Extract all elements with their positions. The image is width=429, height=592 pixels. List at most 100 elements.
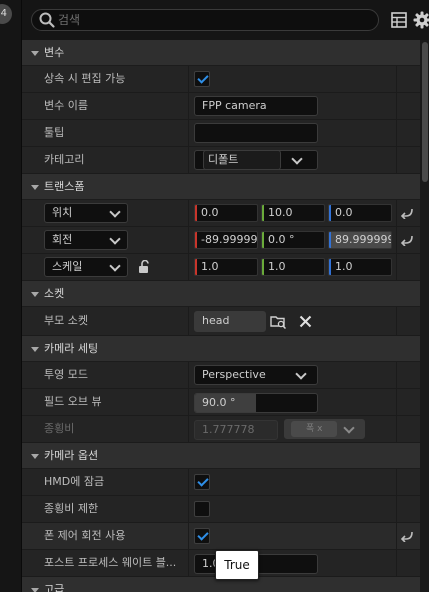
- clear-socket-icon[interactable]: [299, 315, 312, 328]
- category-title: 소켓: [44, 287, 65, 300]
- row-aspect-ratio: 종횡비 1.777778 폭 x: [22, 416, 420, 443]
- aspect-ratio-input: 1.777778: [194, 420, 278, 440]
- rotation-z-value: 89.999999: [335, 233, 392, 246]
- rotation-mode-dropdown[interactable]: 회전: [44, 230, 128, 250]
- aspect-ratio-label: 종횡비: [44, 422, 75, 435]
- location-z-value: 0.0: [335, 206, 353, 219]
- row-projection-mode: 투영 모드 Perspective: [22, 362, 420, 389]
- location-x-value: 0.0: [201, 206, 219, 219]
- parent-socket-label: 부모 소켓: [44, 314, 88, 327]
- instance-editable-checkbox[interactable]: [194, 71, 210, 87]
- row-tooltip: 툴팁: [22, 120, 420, 147]
- chevron-down-icon: [109, 206, 121, 218]
- tooltip-label: 툴팁: [44, 126, 65, 139]
- chevron-down-icon: [109, 233, 121, 245]
- scale-y-value: 1.0: [268, 260, 286, 273]
- lock-to-hmd-label: HMD에 잠금: [44, 475, 105, 488]
- row-field-of-view: 필드 오브 뷰 90.0 °: [22, 389, 420, 416]
- row-lock-to-hmd: HMD에 잠금: [22, 469, 420, 496]
- category-label: 카테고리: [44, 153, 85, 166]
- location-z-input[interactable]: 0.0: [328, 204, 392, 222]
- tooltip-input[interactable]: [194, 123, 318, 143]
- fov-value: 90.0 °: [202, 396, 236, 409]
- category-title: 카메라 옵션: [44, 449, 99, 462]
- expand-arrow-icon: [31, 292, 39, 297]
- reset-arrow-icon[interactable]: [400, 207, 414, 219]
- location-x-input[interactable]: 0.0: [194, 204, 258, 222]
- rotation-x-input[interactable]: -89.99999: [194, 231, 258, 249]
- category-transform[interactable]: 트랜스폼: [22, 174, 420, 200]
- variable-name-input[interactable]: FPP camera: [194, 96, 318, 116]
- reset-arrow-icon[interactable]: [400, 530, 414, 542]
- category-title: 변수: [44, 46, 65, 59]
- post-process-weight-label: 포스트 프로세스 웨이트 블...: [44, 556, 177, 569]
- row-constrain-aspect: 종횡비 제한: [22, 496, 420, 523]
- left-strip: [0, 0, 22, 592]
- row-rotation: 회전 -89.99999 0.0 ° 89.999999: [22, 227, 420, 254]
- rotation-label: 회전: [52, 233, 73, 246]
- rotation-y-input[interactable]: 0.0 °: [261, 231, 325, 249]
- projection-mode-label: 투영 모드: [44, 368, 88, 381]
- browse-socket-icon[interactable]: [270, 314, 287, 329]
- details-panel: 변수 상속 시 편집 가능 변수 이름 FPP camera 툴팁 카테고리 디…: [22, 40, 420, 592]
- location-y-value: 10.0: [268, 206, 293, 219]
- scale-y-input[interactable]: 1.0: [261, 258, 325, 276]
- scale-z-input[interactable]: 1.0: [328, 258, 392, 276]
- use-pawn-control-rotation-label: 폰 제어 회전 사용: [44, 529, 126, 542]
- expand-arrow-icon: [31, 454, 39, 459]
- category-value: 디폴트: [203, 150, 281, 170]
- row-use-pawn-control-rotation: 폰 제어 회전 사용: [22, 523, 420, 550]
- chevron-down-icon: [109, 260, 121, 272]
- chevron-down-icon: [295, 368, 307, 380]
- scale-label: 스케일: [52, 260, 83, 273]
- row-category: 카테고리 디폴트: [22, 147, 420, 174]
- lock-to-hmd-checkbox[interactable]: [194, 474, 210, 490]
- fov-label: 필드 오브 뷰: [44, 395, 102, 408]
- row-instance-editable: 상속 시 편집 가능: [22, 66, 420, 93]
- aspect-preset-dropdown: 폭 x: [284, 419, 365, 439]
- constrain-aspect-checkbox[interactable]: [194, 501, 210, 517]
- scale-x-value: 1.0: [201, 260, 219, 273]
- chevron-down-icon: [291, 153, 303, 165]
- table-view-icon[interactable]: [391, 12, 407, 28]
- category-title: 트랜스폼: [44, 180, 85, 193]
- use-pawn-control-rotation-checkbox[interactable]: [194, 528, 210, 544]
- row-location: 위치 0.0 10.0 0.0: [22, 200, 420, 227]
- projection-mode-dropdown[interactable]: Perspective: [194, 365, 318, 385]
- location-y-input[interactable]: 10.0: [261, 204, 325, 222]
- aspect-preset-value: 폭 x: [291, 421, 337, 437]
- variable-name-label: 변수 이름: [44, 99, 88, 112]
- category-variable[interactable]: 변수: [22, 40, 420, 66]
- location-label: 위치: [52, 206, 73, 219]
- rotation-y-value: 0.0 °: [268, 233, 295, 246]
- search-input[interactable]: [31, 9, 379, 31]
- category-camera-settings[interactable]: 카메라 세팅: [22, 336, 420, 362]
- expand-arrow-icon: [31, 588, 39, 592]
- expand-arrow-icon: [31, 185, 39, 190]
- category-dropdown[interactable]: 디폴트: [194, 150, 318, 170]
- row-parent-socket: 부모 소켓 head: [22, 307, 420, 336]
- parent-socket-field[interactable]: head: [194, 311, 266, 332]
- category-title: 고급: [44, 583, 65, 592]
- row-variable-name: 변수 이름 FPP camera: [22, 93, 420, 120]
- scale-x-input[interactable]: 1.0: [194, 258, 258, 276]
- chevron-down-icon: [343, 422, 355, 434]
- instance-editable-label: 상속 시 편집 가능: [44, 72, 126, 85]
- row-scale: 스케일 1.0 1.0 1.0: [22, 254, 420, 281]
- fov-slider[interactable]: 90.0 °: [194, 393, 318, 413]
- search-placeholder: 검색: [58, 13, 81, 27]
- reset-arrow-icon[interactable]: [400, 234, 414, 246]
- category-socket[interactable]: 소켓: [22, 281, 420, 307]
- projection-mode-value: Perspective: [202, 368, 266, 381]
- unlock-icon[interactable]: [137, 260, 151, 274]
- location-mode-dropdown[interactable]: 위치: [44, 203, 128, 223]
- scale-mode-dropdown[interactable]: 스케일: [44, 257, 128, 277]
- rotation-x-value: -89.99999: [201, 233, 258, 246]
- category-title: 카메라 세팅: [44, 342, 99, 355]
- expand-arrow-icon: [31, 347, 39, 352]
- gear-icon[interactable]: [413, 11, 429, 29]
- category-camera-options[interactable]: 카메라 옵션: [22, 443, 420, 469]
- rotation-z-input[interactable]: 89.999999: [328, 231, 392, 249]
- expand-arrow-icon: [31, 51, 39, 56]
- scrollbar-thumb[interactable]: [422, 42, 428, 182]
